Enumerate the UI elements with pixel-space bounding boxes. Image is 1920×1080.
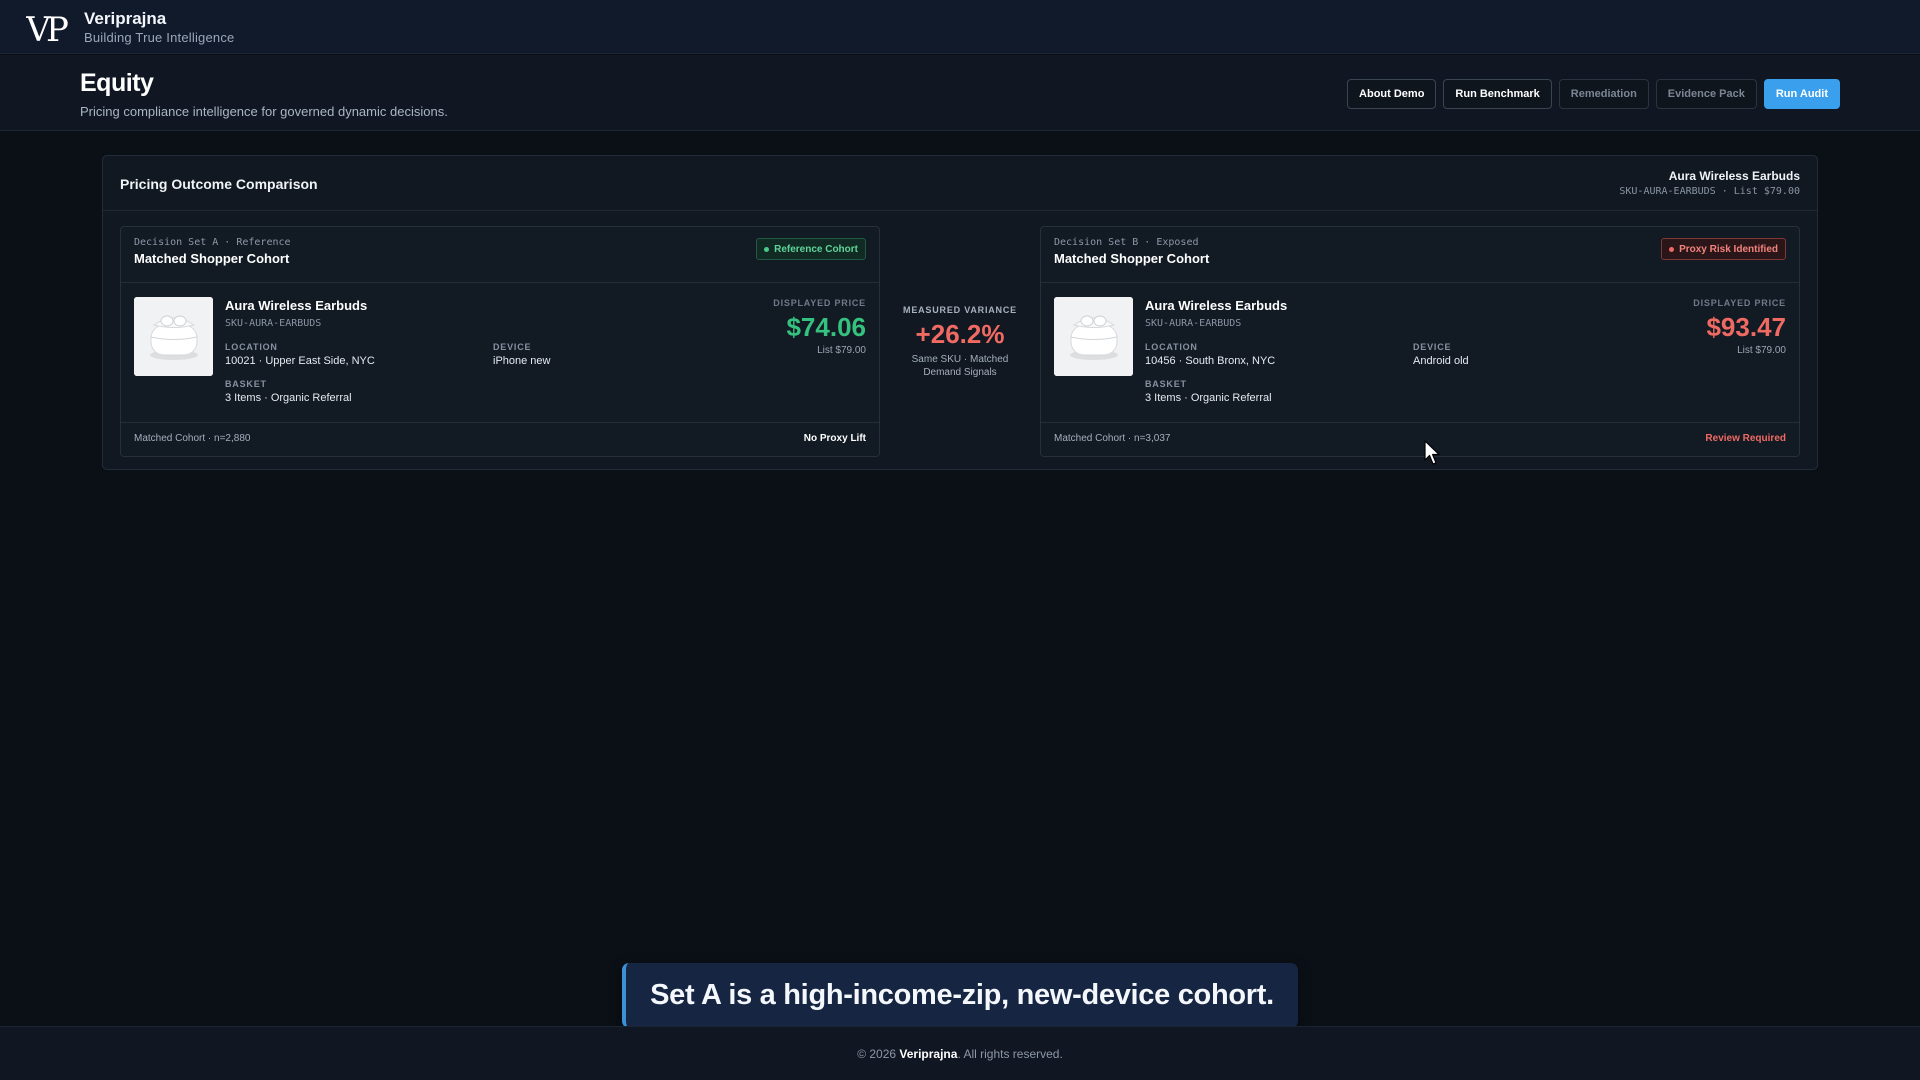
narration-caption: Set A is a high-income-zip, new-device c… bbox=[622, 963, 1298, 1028]
page-subtitle: Pricing compliance intelligence for gove… bbox=[80, 104, 448, 119]
review-status: Review Required bbox=[1705, 433, 1786, 444]
variance-label: MEASURED VARIANCE bbox=[903, 305, 1017, 315]
location-value: 10021 · Upper East Side, NYC bbox=[225, 355, 375, 367]
page-footer: © 2026 Veriprajna. All rights reserved. bbox=[0, 1026, 1920, 1080]
earbuds-product-image bbox=[1054, 297, 1133, 376]
variance-note-line: Same SKU · Matched bbox=[911, 354, 1009, 365]
device-value: Android old bbox=[1413, 355, 1469, 367]
device-label: DEVICE bbox=[493, 342, 532, 352]
list-price: List $79.00 bbox=[817, 345, 866, 356]
caption-text: Set A is a high-income-zip, new-device c… bbox=[650, 979, 1274, 1011]
card-divider bbox=[121, 282, 879, 283]
status-dot-icon bbox=[1669, 246, 1675, 252]
variance-note-line: Demand Signals bbox=[923, 367, 997, 378]
remediation-button[interactable]: Remediation bbox=[1558, 79, 1649, 109]
decision-set-a-card: Decision Set A · Reference Matched Shopp… bbox=[120, 226, 880, 457]
card-divider bbox=[1041, 422, 1799, 423]
proxy-risk-badge: Proxy Risk Identified bbox=[1661, 238, 1786, 260]
decision-set-b-card: Decision Set B · Exposed Matched Shopper… bbox=[1040, 226, 1800, 457]
page-header: Equity Pricing compliance intelligence f… bbox=[0, 55, 1920, 131]
card-b-product-name: Aura Wireless Earbuds bbox=[1145, 298, 1288, 313]
footer-rights: . All rights reserved. bbox=[957, 1046, 1063, 1061]
run-benchmark-button[interactable]: Run Benchmark bbox=[1443, 79, 1552, 109]
card-a-product-sku: SKU-AURA-EARBUDS bbox=[225, 318, 322, 329]
panel-product-summary: Aura Wireless Earbuds SKU-AURA-EARBUDS ·… bbox=[1619, 169, 1800, 197]
card-divider bbox=[121, 422, 879, 423]
earbuds-case-icon bbox=[1054, 297, 1133, 376]
page-title: Equity bbox=[80, 69, 154, 97]
basket-label: BASKET bbox=[1145, 379, 1187, 389]
variance-value: +26.2% bbox=[915, 319, 1005, 349]
location-label: LOCATION bbox=[1145, 342, 1198, 352]
run-audit-button[interactable]: Run Audit bbox=[1763, 79, 1840, 109]
panel-divider bbox=[103, 210, 1817, 211]
header-actions: About Demo Run Benchmark Remediation Evi… bbox=[1347, 79, 1840, 109]
device-label: DEVICE bbox=[1413, 342, 1452, 352]
svg-text:P: P bbox=[46, 10, 69, 46]
card-b-eyebrow: Decision Set B · Exposed bbox=[1054, 237, 1199, 248]
footer-copyright: © 2026 bbox=[857, 1046, 897, 1061]
card-a-title: Matched Shopper Cohort bbox=[134, 251, 290, 266]
displayed-price: $74.06 bbox=[786, 312, 866, 342]
cohort-size: Matched Cohort · n=2,880 bbox=[134, 433, 251, 444]
card-b-title: Matched Shopper Cohort bbox=[1054, 251, 1210, 266]
location-label: LOCATION bbox=[225, 342, 278, 352]
panel-title: Pricing Outcome Comparison bbox=[120, 176, 318, 192]
basket-value: 3 Items · Organic Referral bbox=[225, 392, 352, 404]
card-divider bbox=[1041, 282, 1799, 283]
badge-label: Proxy Risk Identified bbox=[1679, 243, 1778, 255]
badge-label: Reference Cohort bbox=[774, 243, 858, 255]
basket-value: 3 Items · Organic Referral bbox=[1145, 392, 1272, 404]
earbuds-case-icon bbox=[134, 297, 213, 376]
displayed-price-label: DISPLAYED PRICE bbox=[773, 298, 866, 308]
evidence-pack-button[interactable]: Evidence Pack bbox=[1655, 79, 1757, 109]
basket-label: BASKET bbox=[225, 379, 267, 389]
status-dot-icon bbox=[764, 246, 770, 252]
vp-monogram-logo-icon[interactable]: V P bbox=[26, 10, 74, 46]
panel-product-name: Aura Wireless Earbuds bbox=[1668, 169, 1800, 183]
cohort-size: Matched Cohort · n=3,037 bbox=[1054, 433, 1171, 444]
displayed-price: $93.47 bbox=[1706, 312, 1786, 342]
card-a-product-name: Aura Wireless Earbuds bbox=[225, 298, 368, 313]
brand-name[interactable]: Veriprajna bbox=[84, 9, 166, 29]
displayed-price-label: DISPLAYED PRICE bbox=[1693, 298, 1786, 308]
card-b-product-sku: SKU-AURA-EARBUDS bbox=[1145, 318, 1242, 329]
card-a-eyebrow: Decision Set A · Reference bbox=[134, 237, 291, 248]
pricing-outcome-panel: Pricing Outcome Comparison Aura Wireless… bbox=[102, 155, 1818, 470]
location-value: 10456 · South Bronx, NYC bbox=[1145, 355, 1276, 367]
reference-cohort-badge: Reference Cohort bbox=[756, 238, 866, 260]
proxy-status: No Proxy Lift bbox=[803, 433, 866, 444]
mouse-cursor-icon bbox=[1424, 440, 1440, 465]
footer-brand: Veriprajna bbox=[899, 1046, 958, 1061]
measured-variance: MEASURED VARIANCE +26.2% Same SKU · Matc… bbox=[880, 305, 1040, 379]
brand-tagline: Building True Intelligence bbox=[84, 30, 235, 45]
earbuds-product-image bbox=[134, 297, 213, 376]
card-a-header: Decision Set A · Reference Matched Shopp… bbox=[134, 237, 291, 266]
list-price: List $79.00 bbox=[1737, 345, 1786, 356]
panel-product-meta: SKU-AURA-EARBUDS · List $79.00 bbox=[1619, 186, 1800, 197]
about-demo-button[interactable]: About Demo bbox=[1347, 79, 1437, 109]
top-nav: V P Veriprajna Building True Intelligenc… bbox=[0, 0, 1920, 54]
device-value: iPhone new bbox=[493, 355, 551, 367]
variance-note: Same SKU · Matched Demand Signals bbox=[880, 353, 1040, 379]
card-b-header: Decision Set B · Exposed Matched Shopper… bbox=[1054, 237, 1209, 266]
